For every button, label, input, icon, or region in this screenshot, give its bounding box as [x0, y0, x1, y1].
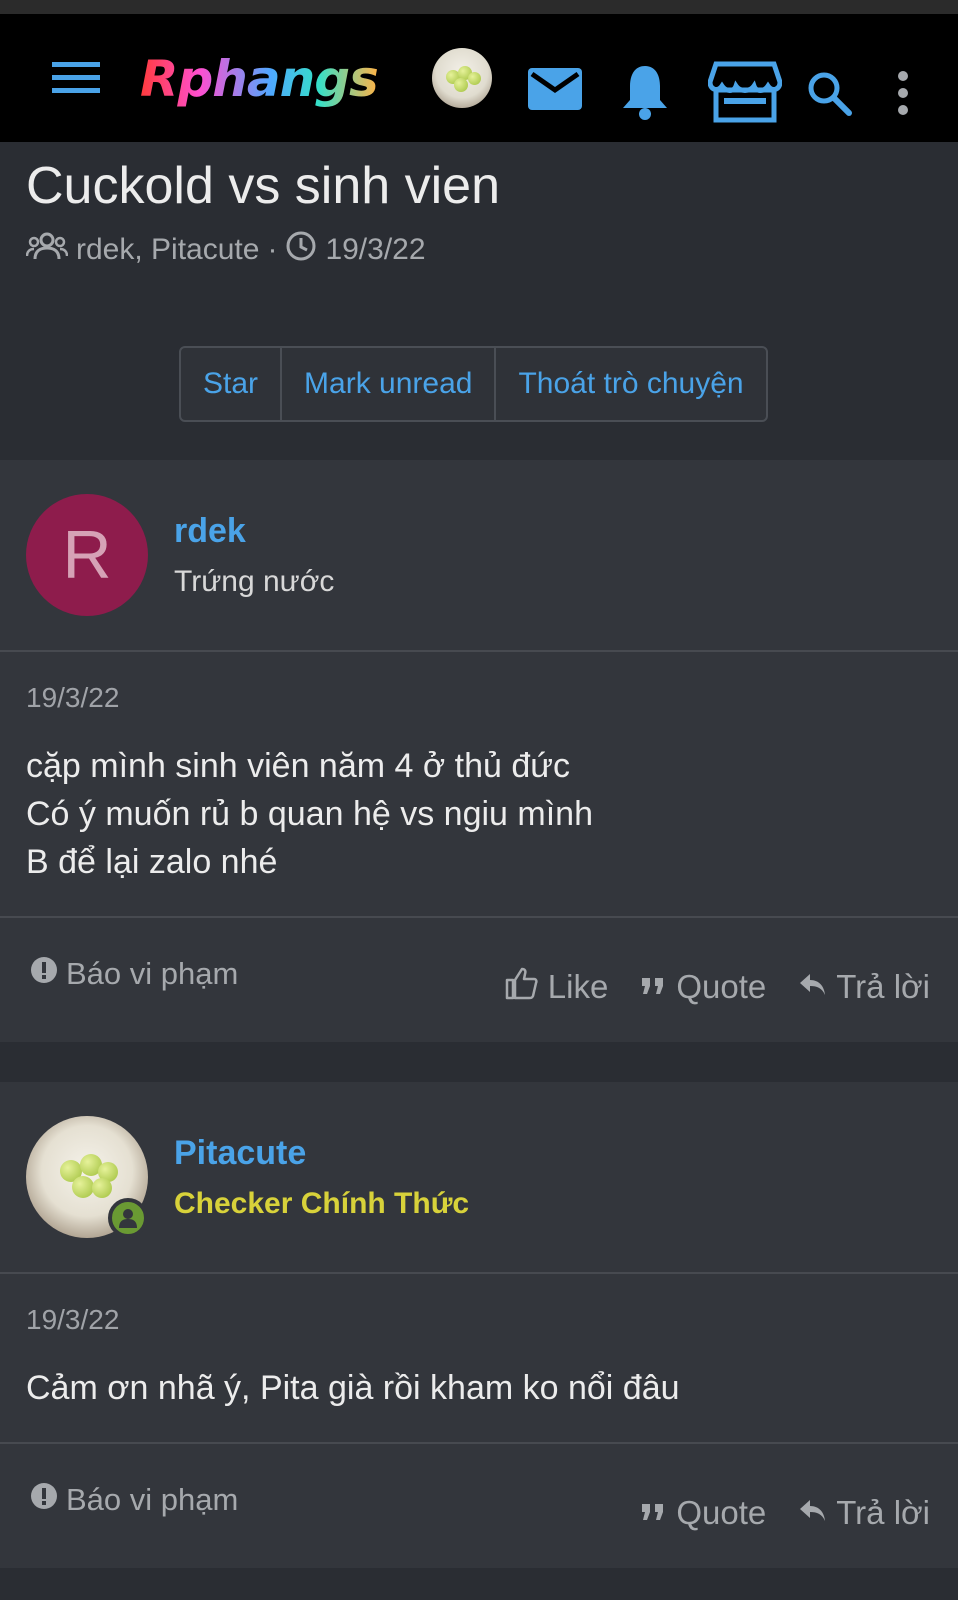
post-line: B để lại zalo nhé	[26, 843, 278, 881]
post-date[interactable]: 19/3/22	[26, 1304, 932, 1336]
clock-icon	[285, 230, 317, 270]
quote-label: Quote	[676, 968, 767, 1005]
warning-icon	[30, 956, 58, 992]
message-post: Pitacute Checker Chính Thức 19/3/22 Cảm …	[0, 1082, 958, 1568]
report-label: Báo vi phạm	[66, 1482, 239, 1517]
post-body: 19/3/22 Cảm ơn nhã ý, Pita già rồi kham …	[0, 1274, 958, 1444]
status-bar	[0, 0, 958, 14]
star-button[interactable]: Star	[181, 348, 283, 420]
thread-actions: Star Mark unread Thoát trò chuyện	[179, 346, 768, 422]
top-navbar: Rphangs	[0, 14, 958, 142]
reply-icon	[798, 1494, 826, 1532]
store-icon[interactable]	[708, 60, 782, 124]
report-label: Báo vi phạm	[66, 956, 239, 991]
reply-label: Trả lời	[836, 968, 930, 1005]
mail-icon[interactable]	[528, 68, 582, 110]
post-line: cặp mình sinh viên năm 4 ở thủ đức	[26, 747, 570, 785]
page-title: Cuckold vs sinh vien	[26, 157, 500, 215]
username[interactable]: rdek	[174, 512, 334, 551]
post-line: Có ý muốn rủ b quan hệ vs ngiu mình	[26, 795, 593, 833]
thread-header: Cuckold vs sinh vien rdek, Pitacute · 19…	[0, 142, 958, 460]
report-button[interactable]: Báo vi phạm	[30, 956, 238, 992]
menu-icon[interactable]	[52, 60, 100, 96]
avatar[interactable]	[432, 48, 492, 108]
participants: rdek, Pitacute	[76, 233, 260, 266]
leave-conversation-button[interactable]: Thoát trò chuyện	[496, 348, 765, 420]
post-text: Cảm ơn nhã ý, Pita già rồi kham ko nổi đ…	[26, 1364, 932, 1412]
user-title: Checker Chính Thức	[174, 1186, 470, 1220]
reply-button[interactable]: Trả lời	[798, 1494, 930, 1532]
message-post: R rdek Trứng nước 19/3/22 cặp mình sinh …	[0, 460, 958, 1042]
user-title: Trứng nước	[174, 564, 335, 598]
reply-label: Trả lời	[836, 1494, 930, 1531]
more-icon[interactable]	[896, 70, 910, 116]
online-status-icon	[108, 1198, 148, 1238]
post-author: Pitacute Checker Chính Thức	[0, 1082, 958, 1274]
avatar[interactable]	[26, 1116, 148, 1238]
like-button[interactable]: Like	[504, 966, 609, 1008]
post-body: 19/3/22 cặp mình sinh viên năm 4 ở thủ đ…	[0, 652, 958, 918]
search-icon[interactable]	[806, 70, 852, 116]
quote-icon	[640, 968, 666, 1006]
report-button[interactable]: Báo vi phạm	[30, 1482, 238, 1518]
post-line: Cảm ơn nhã ý, Pita già rồi kham ko nổi đ…	[26, 1369, 680, 1407]
post-actions: Báo vi phạm Quote Trả lời	[0, 1444, 958, 1568]
warning-icon	[30, 1482, 58, 1518]
post-text: cặp mình sinh viên năm 4 ở thủ đức Có ý …	[26, 742, 932, 886]
thread-date: 19/3/22	[325, 233, 426, 266]
bell-icon[interactable]	[620, 64, 670, 120]
avatar[interactable]: R	[26, 494, 148, 616]
quote-label: Quote	[676, 1494, 767, 1531]
mark-unread-button[interactable]: Mark unread	[282, 348, 497, 420]
like-label: Like	[547, 968, 609, 1005]
reply-icon	[798, 968, 826, 1006]
username[interactable]: Pitacute	[174, 1134, 469, 1173]
quote-button[interactable]: Quote	[640, 968, 766, 1006]
thumbs-up-icon	[504, 966, 538, 1008]
post-date[interactable]: 19/3/22	[26, 682, 932, 714]
post-actions: Báo vi phạm Like Quote Trả lời	[0, 918, 958, 1042]
thread-meta: rdek, Pitacute · 19/3/22	[25, 230, 932, 270]
quote-icon	[640, 1494, 666, 1532]
meta-separator: ·	[267, 233, 278, 266]
post-author: R rdek Trứng nước	[0, 460, 958, 652]
quote-button[interactable]: Quote	[640, 1494, 766, 1532]
users-icon	[25, 231, 69, 269]
site-logo[interactable]: Rphangs	[140, 50, 379, 108]
reply-button[interactable]: Trả lời	[798, 968, 930, 1006]
